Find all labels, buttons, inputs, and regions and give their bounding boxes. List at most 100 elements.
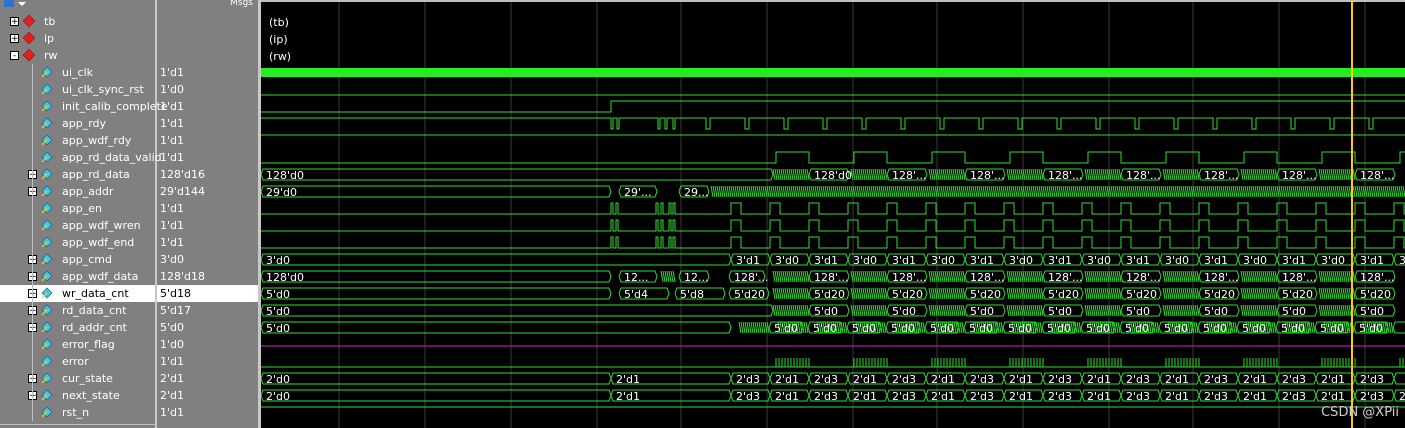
bus-hatch [1193,321,1197,334]
bus-hatch [1038,287,1042,300]
bus-hatch [794,287,798,300]
bus-hatch [1246,185,1250,198]
bus-hatch [1254,270,1258,283]
bus-hatch [984,185,988,198]
bus-hatch [1026,185,1030,198]
bus-hatch [1252,287,1256,300]
bus-hatch [806,168,810,181]
bus-hatch [1104,304,1108,317]
bus-hatch [1014,168,1018,181]
bus-hatch [1322,304,1326,317]
bus-hatch [866,168,870,181]
signal-row-app-wdf-wren[interactable]: app_wdf_wren [0,217,155,234]
bus-hatch [953,321,957,334]
signal-row-rd-addr-cnt[interactable]: +rd_addr_cnt [0,319,155,336]
bus-hatch [1270,168,1274,181]
bus-hatch [1012,168,1016,181]
bus-value-label: 128'... [1048,271,1083,284]
bus-hatch [1326,168,1330,181]
bus-hatch [748,321,752,334]
signal-row-init-calib-complete[interactable]: init_calib_complete [0,98,168,115]
toolbar-icon[interactable] [0,0,60,8]
bus-hatch [1112,304,1116,317]
signal-row-next-state[interactable]: +next_state [0,387,155,404]
bus-hatch [780,287,784,300]
bus-hatch [1240,185,1244,198]
signal-row-rst-n[interactable]: rst_n [0,404,155,421]
bus-value-label: 2'd1 [616,390,640,403]
bus-hatch [1340,270,1344,283]
signal-row-cur-state[interactable]: +cur_state [0,370,155,387]
signal-diamond-icon [41,304,53,316]
bus-hatch [872,287,876,300]
signal-row-ip[interactable]: + ip [0,30,155,47]
bus-hatch [1094,168,1098,181]
signal-row-app-cmd[interactable]: +app_cmd [0,251,155,268]
bus-hatch [776,287,780,300]
signal-row-tb[interactable]: + tb [0,13,155,30]
bus-hatch [1012,304,1016,317]
instance-diamond-icon [22,31,36,45]
signal-row-wr-data-cnt[interactable]: +wr_data_cnt [0,285,155,302]
signal-row-app-rd-data-valid[interactable]: app_rd_data_valid [0,149,162,166]
signal-row-app-rd-data[interactable]: +app_rd_data [0,166,155,183]
signal-row-app-rdy[interactable]: app_rdy [0,115,155,132]
bus-hatch [1236,185,1240,198]
bus-hatch [1016,270,1020,283]
signal-row-error-flag[interactable]: error_flag [0,336,155,353]
signal-row-app-wdf-rdy[interactable]: app_wdf_rdy [0,132,155,149]
bus-value-label: 5'd0 [1164,322,1188,335]
bus-hatch [1348,304,1352,317]
expand-icon[interactable]: + [10,17,19,27]
bus-hatch [1194,185,1198,198]
collapse-icon[interactable]: - [10,51,19,61]
bus-hatch [1132,185,1136,198]
bus-hatch [1030,168,1034,181]
bus-hatch [940,168,944,181]
bus-hatch [1118,185,1122,198]
bus-hatch [1000,185,1004,198]
bus-hatch [912,185,916,198]
signal-row-app-addr[interactable]: +app_addr [0,183,155,200]
bus-hatch [1258,185,1262,198]
bus-hatch [1265,321,1269,334]
expand-icon[interactable]: + [10,34,19,44]
bus-hatch [1032,270,1036,283]
signal-row-app-en[interactable]: app_en [0,200,155,217]
bus-value-label: 3'd1 [814,254,838,267]
bus-hatch [902,185,906,198]
bus-hatch [776,168,780,181]
bus-hatch [798,185,802,198]
signal-row-rd-data-cnt[interactable]: +rd_data_cnt [0,302,155,319]
bus-hatch [1090,168,1094,181]
bus-hatch [1034,185,1038,198]
bus-hatch [970,185,974,198]
bus-value-label: 5'd0 [852,322,876,335]
bus-hatch [880,304,884,317]
signal-row-app-wdf-end[interactable]: app_wdf_end [0,234,155,251]
bus-value-label: 2'd3 [736,373,760,386]
bus-hatch [1272,270,1276,283]
signal-row-error[interactable]: error [0,353,155,370]
bus-hatch [1330,185,1334,198]
signal-row-rw[interactable]: - rw [0,47,155,64]
bus-hatch [1102,287,1106,300]
bus-hatch [1288,185,1292,198]
bus-hatch [1338,168,1342,181]
bus-hatch [1176,287,1180,300]
bus-hatch [1038,270,1042,283]
signal-row-app-wdf-data[interactable]: +app_wdf_data [0,268,155,285]
signal-row-ui-clk-sync-rst[interactable]: ui_clk_sync_rst [0,81,155,98]
bus-hatch [952,185,956,198]
pane-divider[interactable] [155,0,157,428]
bus-hatch [1162,287,1166,300]
bus-hatch [1018,270,1022,283]
bus-hatch [1242,287,1246,300]
bus-hatch [1326,185,1330,198]
signal-row-ui-clk[interactable]: ui_clk [0,64,155,81]
waveform-canvas[interactable]: (tb) (ip) (rw) 128'd0 128'd0 128'... 128'... 12… [261,0,1405,428]
bus-value-label: 128'... [892,169,927,182]
signal-name: rw [44,49,58,62]
bus-hatch [752,185,756,198]
bus-hatch [1116,168,1120,181]
